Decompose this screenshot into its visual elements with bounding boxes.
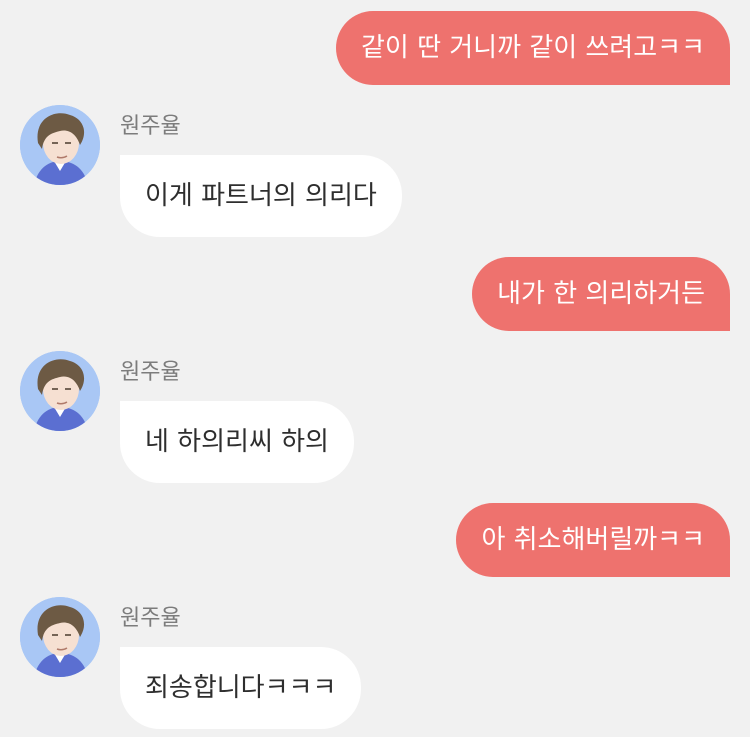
avatar-icon[interactable] <box>20 597 100 677</box>
avatar-icon[interactable] <box>20 105 100 185</box>
incoming-message-bubble[interactable]: 이게 파트너의 의리다 <box>120 155 402 237</box>
message-text: 내가 한 의리하거든 <box>497 279 705 309</box>
sender-name: 원주율 <box>120 360 181 385</box>
message-text: 같이 딴 거니까 같이 쓰려고ㅋㅋ <box>360 33 705 63</box>
message-text: 네 하의리씨 하의 <box>145 427 329 457</box>
message-text: 죄송합니다ㅋㅋㅋ <box>145 673 337 703</box>
incoming-message-bubble[interactable]: 죄송합니다ㅋㅋㅋ <box>120 647 362 729</box>
outgoing-message-bubble[interactable]: 아 취소해버릴까ㅋㅋ <box>456 503 730 577</box>
incoming-message-bubble[interactable]: 네 하의리씨 하의 <box>120 401 354 483</box>
message-text: 이게 파트너의 의리다 <box>145 181 377 211</box>
outgoing-message-bubble[interactable]: 같이 딴 거니까 같이 쓰려고ㅋㅋ <box>335 11 730 85</box>
outgoing-message-bubble[interactable]: 내가 한 의리하거든 <box>472 257 730 331</box>
avatar-icon[interactable] <box>20 351 100 431</box>
sender-name: 원주율 <box>120 606 181 631</box>
chat-screen: { "chat": { "messages": [ {"sender": "me… <box>0 0 750 737</box>
message-text: 아 취소해버릴까ㅋㅋ <box>481 525 705 555</box>
sender-name: 원주율 <box>120 114 181 139</box>
